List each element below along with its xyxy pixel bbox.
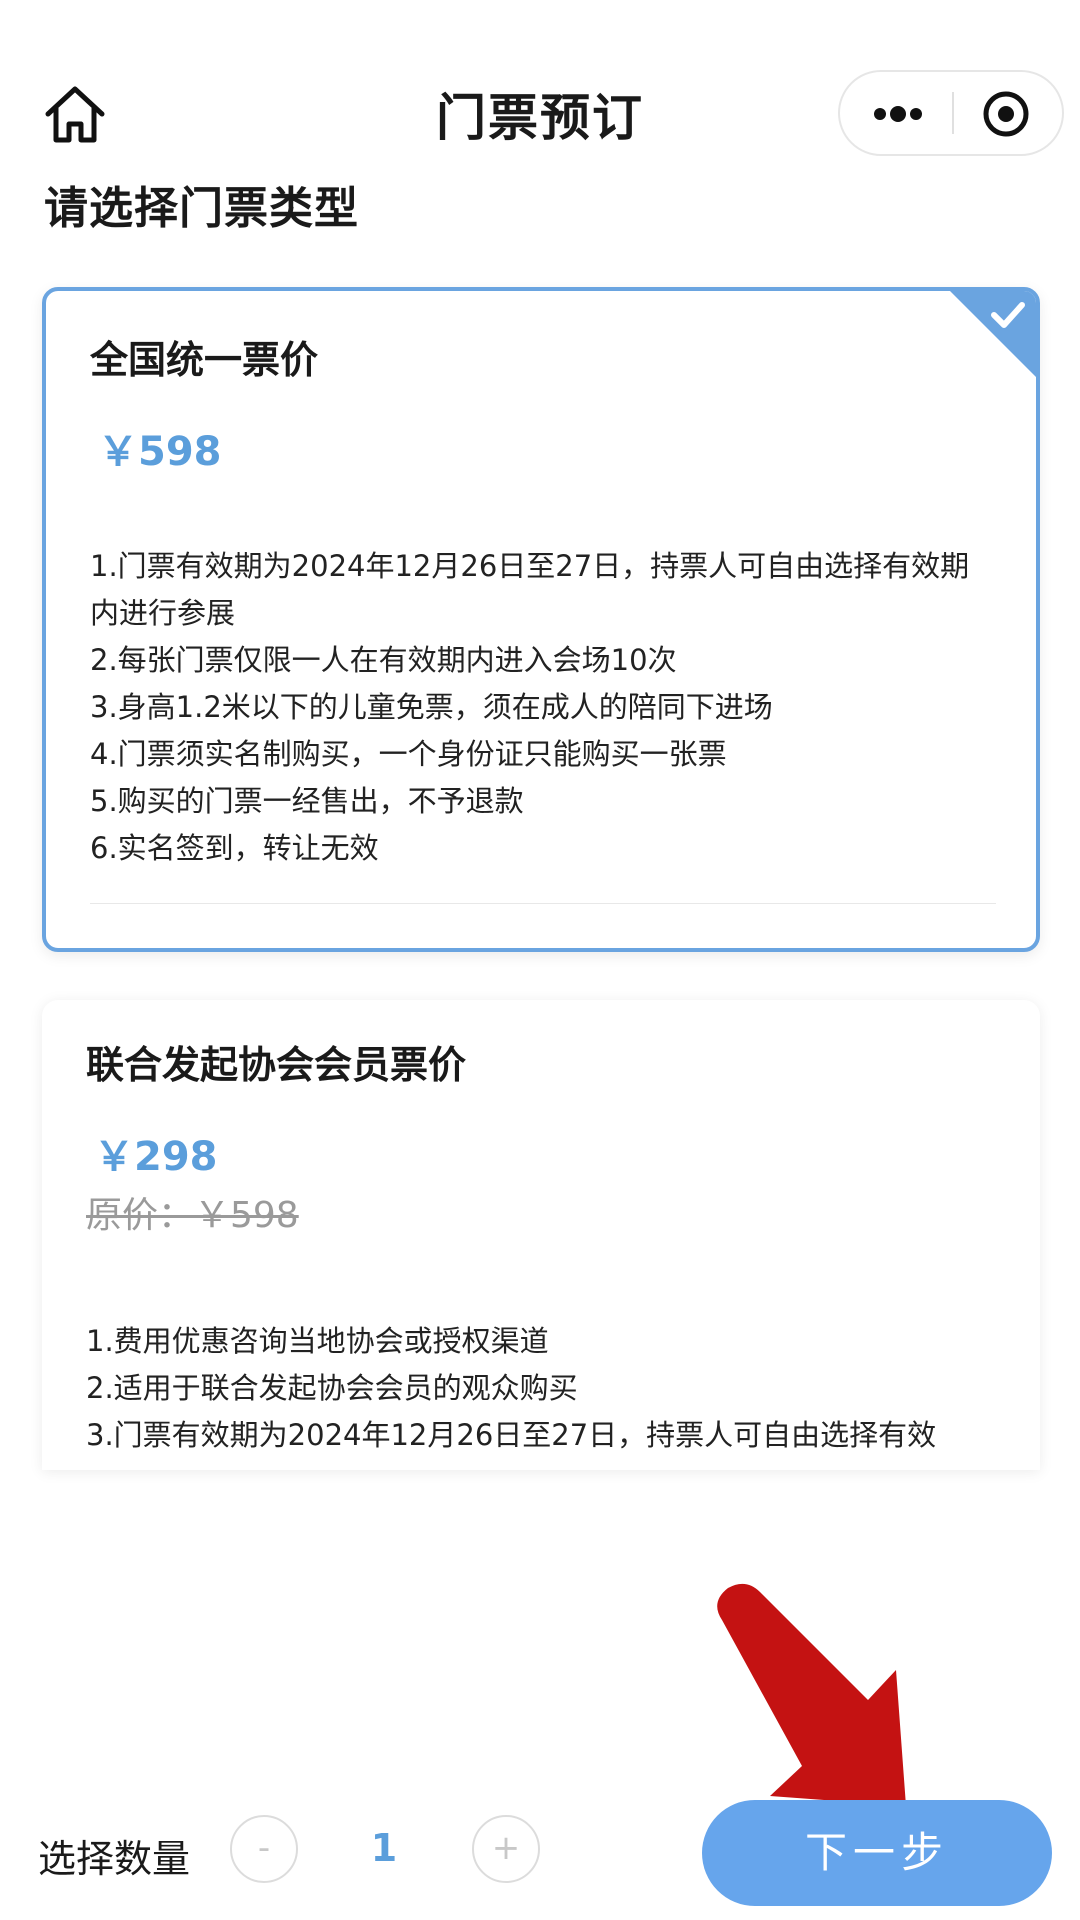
rule-item: 4.门票须实名制购买，一个身份证只能购买一张票 xyxy=(90,737,727,771)
rule-item: 1.门票有效期为2024年12月26日至27日，持票人可自由选择有效期内进行参展 xyxy=(90,549,970,630)
quantity-value: 1 xyxy=(370,1826,398,1870)
rule-item: 3.身高1.2米以下的儿童免票，须在成人的陪同下进场 xyxy=(90,690,773,724)
ticket-price: ￥598 xyxy=(98,429,222,475)
ticket-booking-page: 门票预订 请选择门票类型 全国统一票价 ￥598 1.门票有效期为2024年12… xyxy=(0,0,1080,1920)
red-arrow-annotation xyxy=(717,1583,906,1806)
section-title: 请选择门票类型 xyxy=(44,183,359,234)
more-button[interactable] xyxy=(840,72,952,154)
increase-quantity-button[interactable]: + xyxy=(472,1815,540,1883)
ticket-rules: 1.门票有效期为2024年12月26日至27日，持票人可自由选择有效期内进行参展… xyxy=(90,543,996,872)
ticket-card-member[interactable]: 联合发起协会会员票价 ￥298 原价：￥598 1.费用优惠咨询当地协会或授权渠… xyxy=(42,1000,1040,1470)
rule-item: 1.费用优惠咨询当地协会或授权渠道 xyxy=(86,1324,549,1358)
close-mini-program-button[interactable] xyxy=(954,72,1062,154)
mini-program-capsule xyxy=(838,70,1064,156)
divider xyxy=(90,903,996,904)
more-dots-icon xyxy=(874,106,922,122)
ticket-rules: 1.费用优惠咨询当地协会或授权渠道 2.适用于联合发起协会会员的观众购买 3.门… xyxy=(86,1318,1000,1459)
rule-item: 6.实名签到，转让无效 xyxy=(90,831,379,865)
ticket-price: ￥298 xyxy=(94,1134,218,1180)
ticket-name: 联合发起协会会员票价 xyxy=(86,1043,467,1087)
rule-item: 5.购买的门票一经售出，不予退款 xyxy=(90,784,524,818)
ticket-name: 全国统一票价 xyxy=(90,338,319,382)
selected-check-icon xyxy=(950,291,1036,377)
next-step-button[interactable]: 下一步 xyxy=(702,1800,1052,1906)
original-price: 原价：￥598 xyxy=(86,1195,299,1236)
rule-item: 2.适用于联合发起协会会员的观众购买 xyxy=(86,1371,578,1405)
ticket-card-national[interactable]: 全国统一票价 ￥598 1.门票有效期为2024年12月26日至27日，持票人可… xyxy=(42,287,1040,952)
decrease-quantity-button[interactable]: - xyxy=(230,1815,298,1883)
target-close-icon xyxy=(983,91,1029,137)
rule-item: 2.每张门票仅限一人在有效期内进入会场10次 xyxy=(90,643,677,677)
rule-item: 3.门票有效期为2024年12月26日至27日，持票人可自由选择有效 xyxy=(86,1418,937,1452)
quantity-label: 选择数量 xyxy=(38,1837,191,1881)
